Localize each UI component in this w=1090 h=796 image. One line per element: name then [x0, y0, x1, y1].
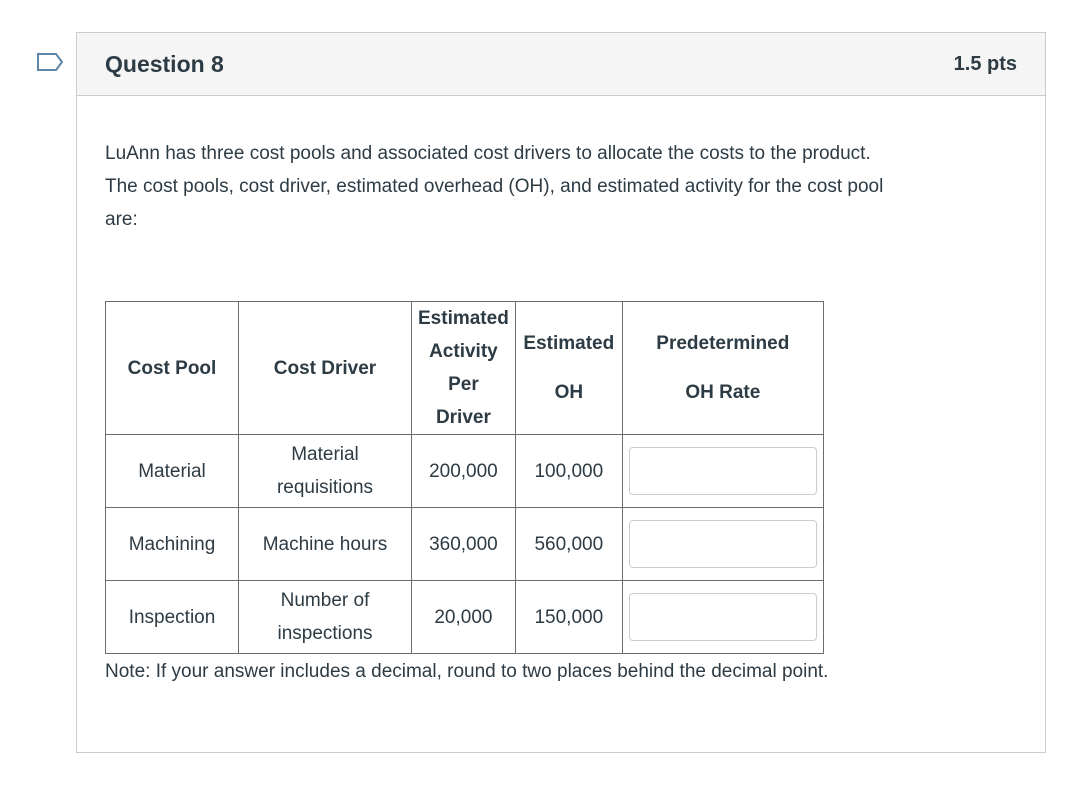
oh-rate-input-material[interactable] — [628, 447, 817, 495]
cell-activity: 200,000 — [411, 434, 516, 508]
cell-activity: 20,000 — [411, 580, 516, 654]
cell-text: Material — [291, 444, 359, 465]
prompt-line: The cost pools, cost driver, estimated o… — [105, 176, 884, 197]
prompt-line: LuAnn has three cost pools and associate… — [105, 143, 871, 164]
question-card: Question 8 1.5 pts LuAnn has three cost … — [76, 32, 1046, 753]
table-header-row: Cost Pool Cost Driver Estimated Activity… — [105, 301, 824, 435]
header-text: Per Driver — [435, 374, 491, 428]
header-estimated-oh: Estimated OH — [514, 301, 623, 435]
oh-rate-input-machining[interactable] — [628, 520, 817, 568]
question-prompt: LuAnn has three cost pools and associate… — [105, 137, 1005, 236]
cell-text: Number of — [280, 590, 370, 611]
header-text: Predetermined — [656, 333, 790, 354]
cell-cost-pool: Material — [105, 434, 239, 508]
bookmark-flag-icon[interactable] — [36, 52, 64, 72]
oh-rate-input-inspection[interactable] — [628, 593, 817, 641]
cell-activity: 360,000 — [411, 507, 516, 581]
cell-oh: 100,000 — [514, 434, 623, 508]
cell-answer — [621, 434, 824, 508]
cell-cost-driver: Machine hours — [238, 507, 412, 581]
cell-cost-pool: Inspection — [105, 580, 239, 654]
cell-cost-pool: Machining — [105, 507, 239, 581]
header-estimated-activity: Estimated Activity Per Driver — [411, 301, 516, 435]
cell-cost-driver: Number of inspections — [238, 580, 412, 654]
cell-text: inspections — [277, 623, 373, 644]
header-predetermined-oh-rate: Predetermined OH Rate — [621, 301, 824, 435]
cell-answer — [621, 507, 824, 581]
header-text: Estimated — [523, 333, 615, 354]
header-cost-driver: Cost Driver — [238, 301, 412, 435]
header-cost-pool: Cost Pool — [105, 301, 239, 435]
cell-oh: 150,000 — [514, 580, 623, 654]
table-row: Material Material requisitions 200,000 1… — [105, 434, 824, 508]
question-title: Question 8 — [105, 50, 224, 77]
prompt-line: are: — [105, 209, 138, 230]
header-text: Activity — [429, 341, 498, 362]
table-row: Machining Machine hours 360,000 560,000 — [105, 507, 824, 581]
header-text: OH — [554, 382, 584, 403]
cost-pool-table: Cost Pool Cost Driver Estimated Activity… — [105, 301, 824, 654]
cell-oh: 560,000 — [514, 507, 623, 581]
cell-text: requisitions — [276, 477, 374, 498]
question-points: 1.5 pts — [953, 52, 1017, 75]
cell-cost-driver: Material requisitions — [238, 434, 412, 508]
header-text: Estimated — [418, 308, 509, 329]
question-header: Question 8 1.5 pts — [77, 33, 1045, 96]
cell-answer — [621, 580, 824, 654]
rounding-note: Note: If your answer includes a decimal,… — [105, 661, 829, 682]
table-row: Inspection Number of inspections 20,000 … — [105, 580, 824, 654]
header-text: OH Rate — [685, 382, 761, 403]
